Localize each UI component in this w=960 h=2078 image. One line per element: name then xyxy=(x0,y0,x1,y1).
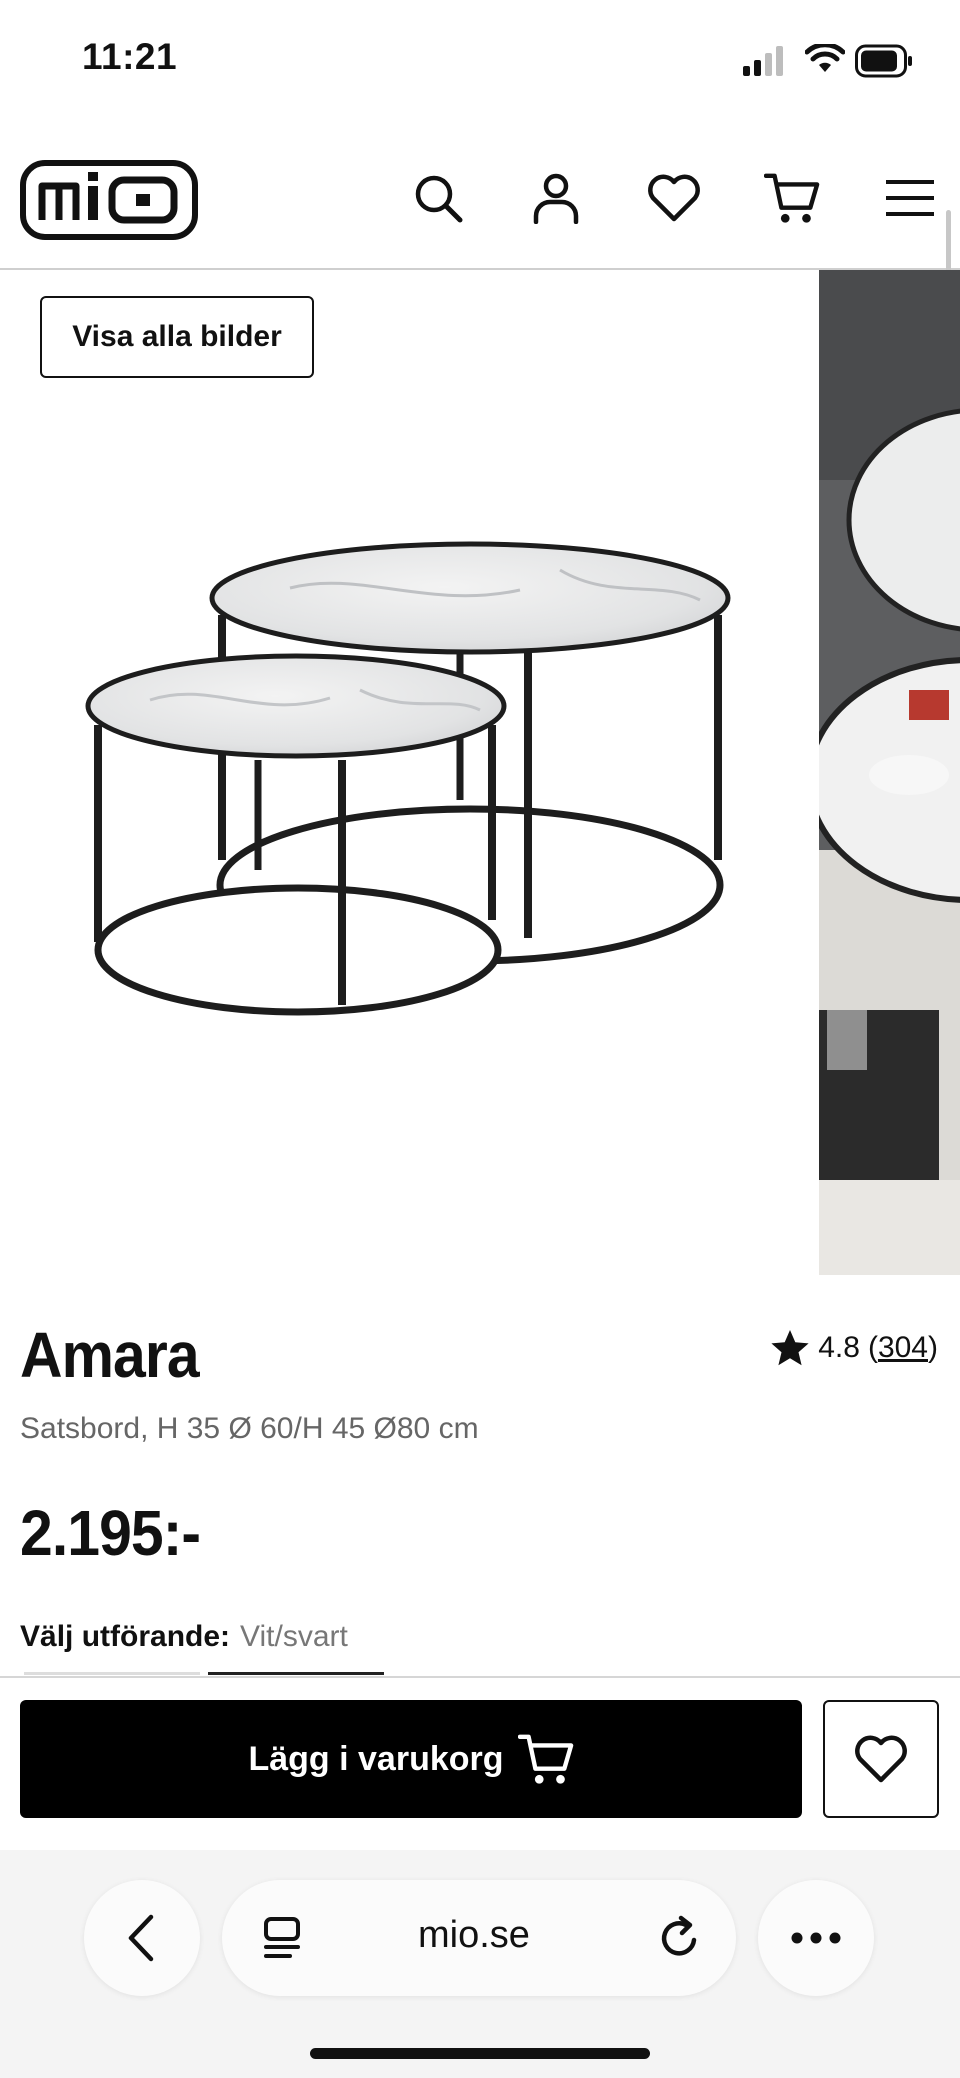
tabs-overview-icon xyxy=(264,1917,300,1958)
product-title: Amara xyxy=(20,1319,200,1391)
wishlist-heart-icon[interactable] xyxy=(646,170,702,226)
menu-icon[interactable] xyxy=(882,170,938,226)
more-options-button[interactable] xyxy=(758,1880,874,1996)
battery-icon xyxy=(855,44,912,78)
show-all-images-button[interactable]: Visa alla bilder xyxy=(40,296,314,378)
mio-logo[interactable] xyxy=(20,160,198,240)
product-image-next[interactable] xyxy=(819,270,960,1275)
nesting-tables-illustration xyxy=(85,541,731,1016)
product-price: 2.195:- xyxy=(20,1497,201,1569)
heart-icon xyxy=(855,1735,907,1783)
product-gallery[interactable] xyxy=(0,270,960,1275)
room-scene-illustration xyxy=(819,270,960,1275)
add-to-cart-label: Lägg i varukorg xyxy=(248,1739,504,1778)
cellular-signal-icon xyxy=(743,46,783,76)
account-icon[interactable] xyxy=(528,170,584,226)
browser-back-button[interactable] xyxy=(84,1880,200,1996)
rating-count: 304 xyxy=(877,1331,928,1364)
search-icon[interactable] xyxy=(410,170,466,226)
address-bar[interactable]: mio.se xyxy=(222,1880,736,1996)
rating-count-open: ( xyxy=(867,1331,878,1364)
add-to-wishlist-button[interactable] xyxy=(823,1700,939,1818)
rating-count-link[interactable]: (304) xyxy=(868,1331,938,1365)
cart-icon[interactable] xyxy=(764,170,820,226)
wifi-icon xyxy=(805,44,845,72)
variant-value: Vit/svart xyxy=(240,1620,348,1653)
product-image-main[interactable] xyxy=(0,270,818,1275)
status-time: 11:21 xyxy=(82,36,178,77)
product-description: Satsbord, H 35 Ø 60/H 45 Ø80 cm xyxy=(20,1412,479,1445)
url-text: mio.se xyxy=(418,1914,530,1956)
more-dots-icon xyxy=(791,1932,841,1944)
variant-selector[interactable]: Välj utförande: Vit/svart xyxy=(20,1620,348,1654)
rating-value: 4.8 xyxy=(818,1331,860,1364)
cart-icon xyxy=(517,1734,573,1784)
add-to-cart-button[interactable]: Lägg i varukorg xyxy=(20,1700,802,1818)
product-rating[interactable]: 4.8 (304) xyxy=(770,1328,938,1368)
variant-label: Välj utförande: xyxy=(20,1620,231,1653)
star-icon xyxy=(771,1330,809,1366)
home-indicator[interactable] xyxy=(310,2048,650,2059)
chevron-left-icon xyxy=(128,1914,154,1962)
rating-count-close: ) xyxy=(928,1331,938,1364)
reload-icon[interactable] xyxy=(656,1912,704,1962)
